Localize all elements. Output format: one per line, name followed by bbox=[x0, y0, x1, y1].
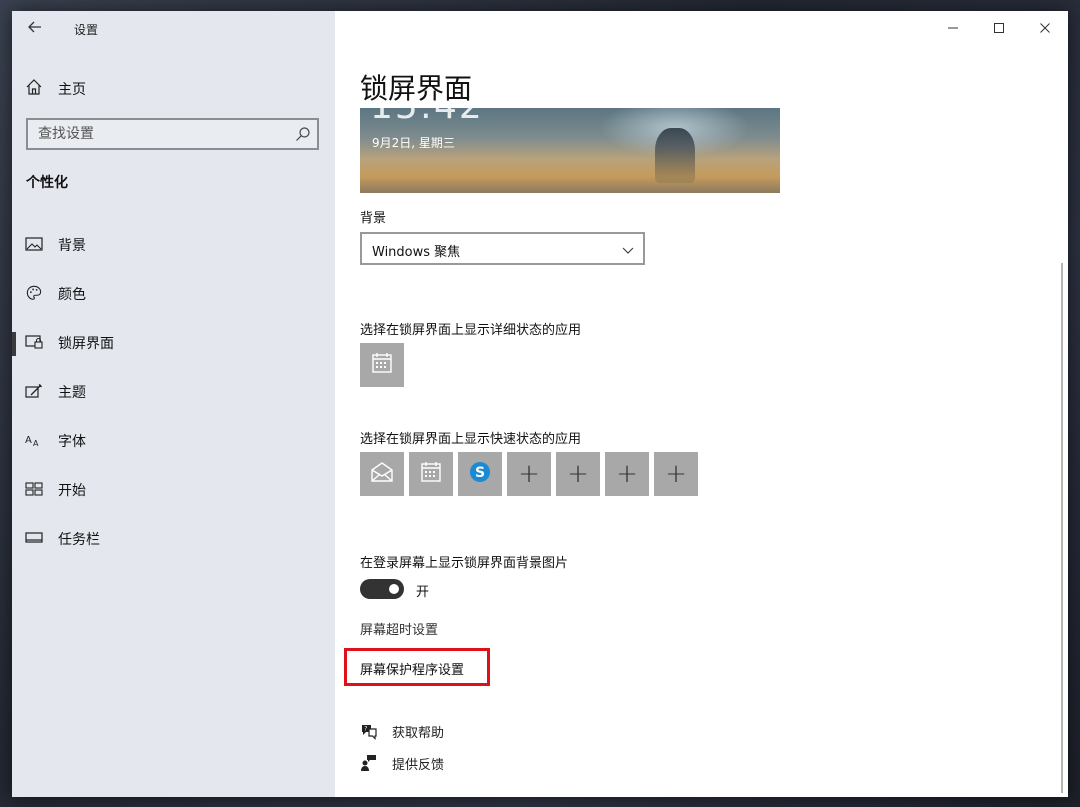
sidebar-item-home[interactable]: 主页 bbox=[12, 73, 335, 103]
plus-icon: + bbox=[665, 459, 687, 489]
lock-screen-icon bbox=[25, 334, 43, 350]
detailed-status-label: 选择在锁屏界面上显示详细状态的应用 bbox=[360, 323, 582, 338]
calendar-icon bbox=[420, 461, 442, 487]
quick-status-calendar-button[interactable] bbox=[409, 452, 453, 496]
sidebar-item-taskbar[interactable]: 任务栏 bbox=[12, 515, 335, 564]
minimize-button[interactable] bbox=[930, 11, 976, 45]
sidebar-item-label: 主题 bbox=[58, 385, 86, 401]
sidebar-item-background[interactable]: 背景 bbox=[12, 221, 335, 270]
sidebar: 设置 主页 个性化 背景 bbox=[12, 11, 335, 797]
preview-date: 9月2日, 星期三 bbox=[372, 136, 455, 150]
quick-status-add-button[interactable]: + bbox=[556, 452, 600, 496]
taskbar-icon bbox=[25, 530, 43, 546]
quick-status-mail-button[interactable] bbox=[360, 452, 404, 496]
settings-window: 设置 主页 个性化 背景 bbox=[12, 11, 1068, 797]
sidebar-nav: 背景 颜色 锁屏界面 主题 A A 字体 开始 任务栏 bbox=[12, 221, 335, 564]
svg-text:A: A bbox=[25, 435, 32, 446]
help-chat-icon: ? bbox=[360, 722, 378, 740]
search-box bbox=[26, 118, 319, 150]
arrow-left-icon bbox=[28, 18, 42, 37]
picture-icon bbox=[25, 236, 43, 252]
feedback-person-icon bbox=[360, 754, 378, 772]
svg-text:?: ? bbox=[364, 726, 367, 733]
sidebar-item-label: 字体 bbox=[58, 434, 86, 450]
sidebar-item-start[interactable]: 开始 bbox=[12, 466, 335, 515]
svg-text:S: S bbox=[475, 465, 485, 481]
close-button[interactable] bbox=[1022, 11, 1068, 45]
sidebar-item-label: 任务栏 bbox=[58, 532, 100, 548]
toggle-state-label: 开 bbox=[416, 585, 430, 600]
highlight-box bbox=[344, 648, 490, 686]
mail-icon bbox=[370, 461, 394, 487]
signin-background-toggle[interactable] bbox=[360, 579, 404, 599]
preview-reflection bbox=[655, 128, 695, 183]
background-label: 背景 bbox=[360, 211, 387, 226]
page-title: 锁屏界面 bbox=[360, 72, 473, 105]
plus-icon: + bbox=[567, 459, 589, 489]
home-icon bbox=[25, 78, 43, 96]
start-grid-icon bbox=[25, 481, 43, 497]
sidebar-item-lock-screen[interactable]: 锁屏界面 bbox=[12, 319, 335, 368]
quick-status-add-button[interactable]: + bbox=[605, 452, 649, 496]
lock-screen-preview: 15:42 9月2日, 星期三 bbox=[360, 108, 780, 193]
sidebar-item-label: 锁屏界面 bbox=[58, 336, 114, 352]
scrollbar[interactable] bbox=[1061, 263, 1063, 793]
close-icon bbox=[1040, 23, 1050, 33]
sidebar-item-colors[interactable]: 颜色 bbox=[12, 270, 335, 319]
signin-background-label: 在登录屏幕上显示锁屏界面背景图片 bbox=[360, 556, 569, 571]
sidebar-item-label: 开始 bbox=[58, 483, 86, 499]
quick-status-add-button[interactable]: + bbox=[654, 452, 698, 496]
give-feedback-link[interactable]: 提供反馈 bbox=[360, 752, 560, 774]
app-title: 设置 bbox=[74, 23, 99, 37]
quick-status-skype-button[interactable]: S bbox=[458, 452, 502, 496]
calendar-icon bbox=[371, 352, 393, 378]
search-input[interactable] bbox=[28, 120, 288, 148]
give-feedback-label: 提供反馈 bbox=[392, 758, 445, 773]
background-dropdown-value: Windows 聚焦 bbox=[372, 245, 461, 260]
preview-clock: 15:42 bbox=[370, 108, 484, 127]
sidebar-item-label: 主页 bbox=[58, 82, 86, 98]
palette-icon bbox=[25, 285, 43, 301]
sidebar-item-fonts[interactable]: AA 字体 bbox=[12, 417, 335, 466]
screen-timeout-link[interactable]: 屏幕超时设置 bbox=[360, 619, 438, 638]
minimize-icon bbox=[948, 27, 958, 29]
window-controls bbox=[930, 11, 1068, 45]
chevron-down-icon bbox=[621, 242, 635, 256]
quick-status-add-button[interactable]: + bbox=[507, 452, 551, 496]
theme-brush-icon bbox=[25, 383, 43, 399]
maximize-button[interactable] bbox=[976, 11, 1022, 45]
section-title: 个性化 bbox=[26, 175, 68, 191]
search-icon[interactable] bbox=[295, 126, 311, 142]
get-help-label: 获取帮助 bbox=[392, 726, 445, 741]
main-panel: 锁屏界面 15:42 9月2日, 星期三 背景 Windows 聚焦 选择在锁屏… bbox=[335, 11, 1068, 797]
sidebar-item-label: 颜色 bbox=[58, 287, 86, 303]
back-button[interactable] bbox=[22, 17, 48, 39]
quick-status-label: 选择在锁屏界面上显示快速状态的应用 bbox=[360, 432, 582, 447]
sidebar-item-label: 背景 bbox=[58, 238, 86, 254]
plus-icon: + bbox=[518, 459, 540, 489]
sidebar-item-themes[interactable]: 主题 bbox=[12, 368, 335, 417]
get-help-link[interactable]: ? 获取帮助 bbox=[360, 720, 560, 742]
skype-icon: S bbox=[468, 460, 492, 488]
plus-icon: + bbox=[616, 459, 638, 489]
toggle-knob bbox=[389, 584, 399, 594]
detailed-status-app-button[interactable] bbox=[360, 343, 404, 387]
maximize-icon bbox=[994, 23, 1004, 33]
svg-text:A: A bbox=[33, 439, 39, 448]
background-dropdown[interactable]: Windows 聚焦 bbox=[360, 232, 645, 265]
font-icon: AA bbox=[25, 432, 43, 448]
title-bar: 设置 bbox=[12, 11, 335, 45]
